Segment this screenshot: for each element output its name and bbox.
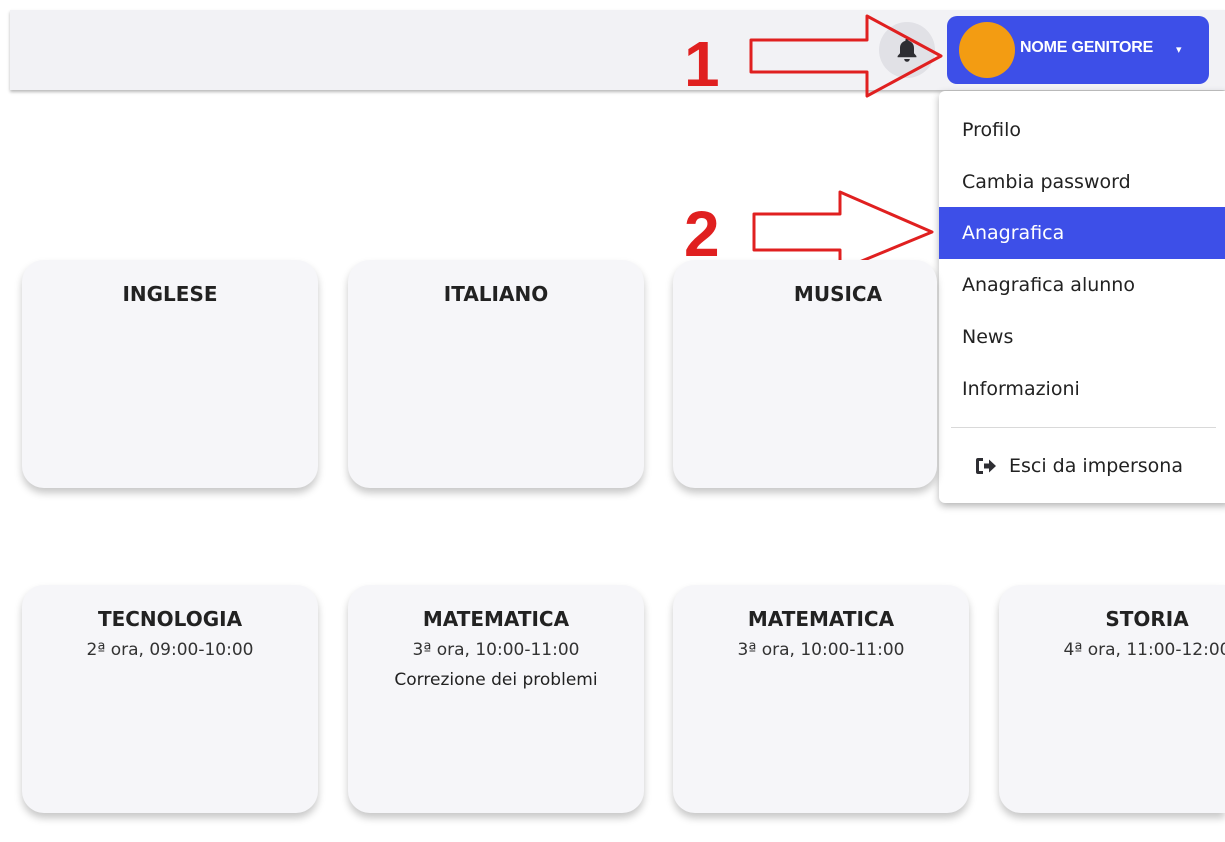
user-name: NOME GENITORE [1020,39,1154,56]
user-menu-button[interactable]: NOME GENITORE ▾ [947,16,1209,84]
card-time: 2ª ora, 09:00-10:00 [86,640,254,660]
annotation-step-1: 1 [684,28,720,100]
lesson-card-tecnologia[interactable]: TECNOLOGIA 2ª ora, 09:00-10:00 [22,585,318,813]
lesson-card-matematica-2[interactable]: MATEMATICA 3ª ora, 10:00-11:00 [673,585,969,813]
sign-out-icon [975,457,997,475]
card-description: Correzione dei problemi [394,670,598,690]
annotation-arrow-1 [749,14,943,98]
subject-card-italiano[interactable]: ITALIANO [348,260,644,488]
card-title: MATEMATICA [747,607,895,631]
card-time: 3ª ora, 10:00-11:00 [737,640,905,660]
card-time: 3ª ora, 10:00-11:00 [412,640,580,660]
menu-item-news[interactable]: News [939,311,1225,363]
card-title: MATEMATICA [422,607,570,631]
chevron-down-icon: ▾ [1176,43,1182,56]
menu-item-esci-da-impersona[interactable]: Esci da impersona [939,440,1225,492]
card-title: STORIA [1105,607,1189,631]
menu-item-anagrafica[interactable]: Anagrafica [939,207,1225,259]
menu-exit-label: Esci da impersona [1009,455,1183,477]
menu-item-profilo[interactable]: Profilo [939,104,1225,156]
menu-item-informazioni[interactable]: Informazioni [939,363,1225,415]
avatar [959,22,1015,78]
subject-card-musica[interactable]: MUSICA [673,260,937,488]
annotation-step-2: 2 [684,198,720,270]
subject-card-inglese[interactable]: INGLESE [22,260,318,488]
card-title: MUSICA [793,282,883,306]
card-time: 4ª ora, 11:00-12:00 [1063,640,1225,660]
card-title: INGLESE [122,282,218,306]
lesson-card-storia[interactable]: STORIA 4ª ora, 11:00-12:00 [999,585,1225,813]
card-title: TECNOLOGIA [97,607,243,631]
lesson-card-matematica[interactable]: MATEMATICA 3ª ora, 10:00-11:00 Correzion… [348,585,644,813]
menu-item-cambia-password[interactable]: Cambia password [939,156,1225,208]
menu-divider [951,427,1216,428]
card-title: ITALIANO [443,282,549,306]
